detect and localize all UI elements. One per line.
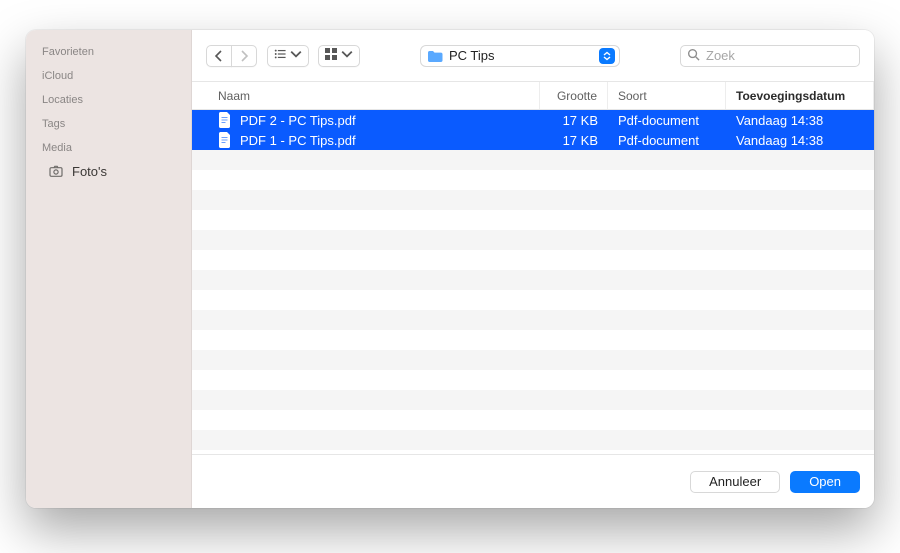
main-panel: PC Tips Naam Grootte Soort Toevoegingsda… xyxy=(192,30,874,508)
cancel-button[interactable]: Annuleer xyxy=(690,471,780,493)
toolbar: PC Tips xyxy=(192,30,874,82)
dialog-footer: Annuleer Open xyxy=(192,454,874,508)
view-options-button[interactable] xyxy=(318,45,360,67)
search-icon xyxy=(687,48,700,64)
sidebar: Favorieten iCloud Locaties Tags Media Fo… xyxy=(26,30,192,508)
column-date[interactable]: Toevoegingsdatum xyxy=(726,82,874,109)
sidebar-item-photos[interactable]: Foto's xyxy=(32,159,185,183)
open-button[interactable]: Open xyxy=(790,471,860,493)
view-list-button[interactable] xyxy=(267,45,309,67)
column-size[interactable]: Grootte xyxy=(540,82,608,109)
column-kind[interactable]: Soort xyxy=(608,82,726,109)
sidebar-section-media[interactable]: Media xyxy=(26,134,191,158)
file-kind: Pdf-document xyxy=(608,113,726,128)
chevron-down-icon xyxy=(290,48,302,63)
document-icon xyxy=(218,132,232,148)
search-field[interactable] xyxy=(680,45,860,67)
file-open-dialog: Favorieten iCloud Locaties Tags Media Fo… xyxy=(26,30,874,508)
back-button[interactable] xyxy=(206,45,232,67)
file-date: Vandaag 14:38 xyxy=(726,113,874,128)
chevron-down-icon xyxy=(341,48,353,63)
table-row[interactable]: PDF 2 - PC Tips.pdf 17 KB Pdf-document V… xyxy=(192,110,874,130)
file-size: 17 KB xyxy=(540,133,608,148)
sidebar-section-icloud[interactable]: iCloud xyxy=(26,62,191,86)
nav-back-forward xyxy=(206,45,257,67)
sidebar-item-label: Foto's xyxy=(72,164,107,179)
camera-icon xyxy=(48,163,64,179)
file-date: Vandaag 14:38 xyxy=(726,133,874,148)
grid-icon xyxy=(325,48,337,63)
folder-icon xyxy=(427,49,443,63)
sidebar-section-favorites[interactable]: Favorieten xyxy=(26,38,191,62)
empty-rows xyxy=(192,150,874,454)
table-row[interactable]: PDF 1 - PC Tips.pdf 17 KB Pdf-document V… xyxy=(192,130,874,150)
forward-button[interactable] xyxy=(231,45,257,67)
file-size: 17 KB xyxy=(540,113,608,128)
path-popup[interactable]: PC Tips xyxy=(420,45,620,67)
path-label: PC Tips xyxy=(449,48,593,63)
column-name[interactable]: Naam xyxy=(192,82,540,109)
file-list[interactable]: PDF 2 - PC Tips.pdf 17 KB Pdf-document V… xyxy=(192,110,874,454)
file-name: PDF 1 - PC Tips.pdf xyxy=(240,133,356,148)
sidebar-section-locations[interactable]: Locaties xyxy=(26,86,191,110)
search-input[interactable] xyxy=(706,48,853,63)
file-name: PDF 2 - PC Tips.pdf xyxy=(240,113,356,128)
column-headers: Naam Grootte Soort Toevoegingsdatum xyxy=(192,82,874,110)
file-kind: Pdf-document xyxy=(608,133,726,148)
path-updown-icon xyxy=(599,48,615,64)
document-icon xyxy=(218,112,232,128)
list-icon xyxy=(274,48,286,63)
sidebar-section-tags[interactable]: Tags xyxy=(26,110,191,134)
